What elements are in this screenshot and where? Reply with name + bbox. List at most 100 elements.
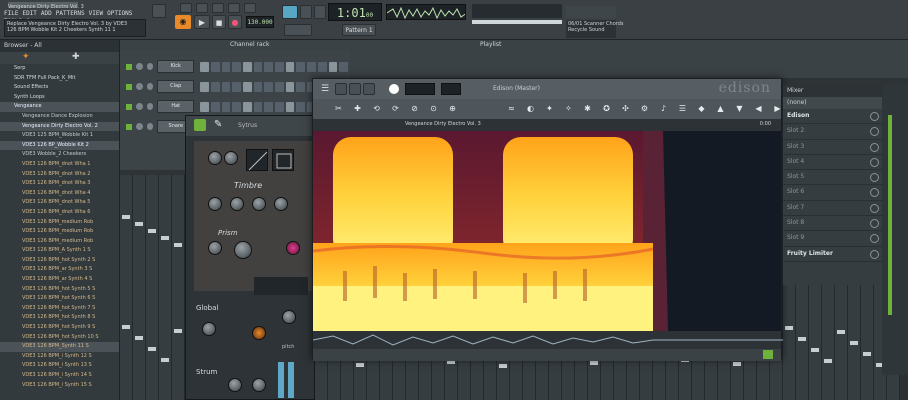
step-button[interactable] <box>253 81 263 92</box>
mixer-fader[interactable] <box>356 363 364 367</box>
mixer-fader[interactable] <box>850 341 858 345</box>
tool-button-1[interactable] <box>300 5 312 19</box>
browser-item[interactable]: VDE3 Wobble_2 Cheekers <box>0 150 119 160</box>
browser-item[interactable]: VDE3 126 BPM_hot Synth 7 S <box>0 304 119 314</box>
menu-edit[interactable]: EDIT <box>22 10 36 17</box>
step-button[interactable] <box>296 61 306 72</box>
snap-button[interactable] <box>282 5 298 19</box>
browser-item[interactable]: VDE3 126 BPM_dnot Wha 2 <box>0 170 119 180</box>
browser-item[interactable]: SDR TFM Full Pack_K_Mit <box>0 74 119 84</box>
browser-item[interactable]: VDE3 126 BPM_medium Rob <box>0 237 119 247</box>
edison-stop-button[interactable] <box>363 83 375 95</box>
step-button[interactable] <box>200 61 209 72</box>
channel-led[interactable] <box>126 63 132 70</box>
step-button[interactable] <box>296 81 306 92</box>
contrast-icon[interactable]: ◐ <box>525 103 536 114</box>
step-button[interactable] <box>242 101 252 112</box>
channel-knob[interactable] <box>135 103 143 110</box>
mixer-fader[interactable] <box>148 347 156 351</box>
browser-item[interactable]: VDE3 126 BPM_dnot Wha 4 <box>0 189 119 199</box>
master-volume-bar[interactable] <box>472 20 562 24</box>
step-button[interactable] <box>232 101 241 112</box>
channel-button[interactable]: Clap <box>157 80 195 93</box>
step-button[interactable] <box>264 101 274 112</box>
browser-item[interactable]: VDE3 126 BPM_hot Synth 9 S <box>0 323 119 333</box>
mixer-fader[interactable] <box>148 229 156 233</box>
step-button[interactable] <box>264 81 274 92</box>
slot-enable-icon[interactable] <box>870 142 879 152</box>
step-button[interactable] <box>242 81 252 92</box>
edison-mode-select[interactable] <box>441 83 461 95</box>
slot-enable-icon[interactable] <box>870 249 879 259</box>
slider-2[interactable] <box>288 362 294 398</box>
mixer-insert-select[interactable]: (none) <box>783 97 882 109</box>
stop-button[interactable]: ■ <box>212 15 226 29</box>
knob-global-2[interactable] <box>252 326 266 340</box>
time-display[interactable]: 1:0100 <box>328 3 382 21</box>
channel-knob[interactable] <box>146 63 154 70</box>
target-icon[interactable]: ⊙ <box>428 103 439 114</box>
step-button[interactable] <box>285 61 295 72</box>
browser-item[interactable]: VDE3 126 BPM_hot Synth 10 S <box>0 333 119 343</box>
slot-enable-icon[interactable] <box>870 173 879 183</box>
bookmark-icon[interactable]: ✚ <box>72 52 80 62</box>
channel-button[interactable]: Hat <box>157 100 195 113</box>
knob-4[interactable] <box>230 197 244 211</box>
redo-icon[interactable]: ⟳ <box>390 103 401 114</box>
step-button[interactable] <box>221 101 231 112</box>
add-icon[interactable]: ✚ <box>352 103 363 114</box>
slot-enable-icon[interactable] <box>870 203 879 213</box>
knob-7[interactable] <box>208 241 222 255</box>
step-button[interactable] <box>296 101 306 112</box>
knob-global-1[interactable] <box>202 322 216 336</box>
browser-item[interactable]: VDE3 126 BPM_i Synth 12 S <box>0 352 119 362</box>
effect-slot[interactable]: Edison <box>783 109 882 125</box>
mixer-fader[interactable] <box>733 362 741 366</box>
effect-slot[interactable]: Slot 9 <box>783 231 882 247</box>
mixer-fader[interactable] <box>135 336 143 340</box>
tempo-display[interactable]: 130.000 <box>246 16 274 28</box>
step-button[interactable] <box>200 81 209 92</box>
mixer-fader[interactable] <box>590 361 598 365</box>
channel-knob[interactable] <box>146 83 154 90</box>
browser-item[interactable]: VDE3 126 BPM_dnot Wha 6 <box>0 208 119 218</box>
step-button[interactable] <box>210 61 220 72</box>
channel-knob[interactable] <box>135 83 143 90</box>
effect-slot[interactable]: Slot 3 <box>783 140 882 155</box>
browser-item[interactable]: Serp <box>0 64 119 74</box>
slot-enable-icon[interactable] <box>870 112 879 121</box>
browser-item[interactable]: VDE3 126 BPM_ar Synth 3 S <box>0 265 119 275</box>
slider-1[interactable] <box>278 362 284 398</box>
down-icon[interactable]: ▼ <box>734 103 745 114</box>
browser-item[interactable]: VDE3 126 BPM_ar Synth 4 S <box>0 275 119 285</box>
mute-icon[interactable]: ⊘ <box>409 103 420 114</box>
edison-input-select[interactable] <box>405 83 435 95</box>
mixer-fader[interactable] <box>122 215 130 219</box>
step-button[interactable] <box>285 81 295 92</box>
knob-1[interactable] <box>208 151 222 165</box>
mixer-fader[interactable] <box>122 325 130 329</box>
wrench-icon[interactable]: ✎ <box>214 119 222 130</box>
edison-play-button[interactable] <box>349 83 361 95</box>
mixer-fader[interactable] <box>785 326 793 330</box>
tool-icon[interactable]: ✣ <box>620 103 631 114</box>
slot-enable-icon[interactable] <box>870 234 879 244</box>
step-button[interactable] <box>264 61 274 72</box>
mixer-fader[interactable] <box>174 243 182 247</box>
tool-icon[interactable]: ✧ <box>563 103 574 114</box>
undo-icon[interactable]: ⟲ <box>371 103 382 114</box>
wave-icon[interactable]: ≈ <box>506 103 517 114</box>
effect-slot[interactable]: Slot 7 <box>783 201 882 217</box>
step-button[interactable] <box>275 61 284 72</box>
tool-icon[interactable]: ✦ <box>544 103 555 114</box>
menu-icon[interactable]: ☰ <box>677 103 688 114</box>
step-button[interactable] <box>317 61 327 72</box>
knob-5[interactable] <box>252 197 266 211</box>
knob-global-3[interactable] <box>282 310 296 324</box>
knob-strum-1[interactable] <box>228 378 242 392</box>
step-button[interactable] <box>221 81 231 92</box>
browser-item[interactable]: Vengeance <box>0 102 119 112</box>
step-button[interactable] <box>253 101 263 112</box>
plugin-power-icon[interactable] <box>194 119 206 131</box>
effect-slot[interactable]: Slot 4 <box>783 155 882 171</box>
